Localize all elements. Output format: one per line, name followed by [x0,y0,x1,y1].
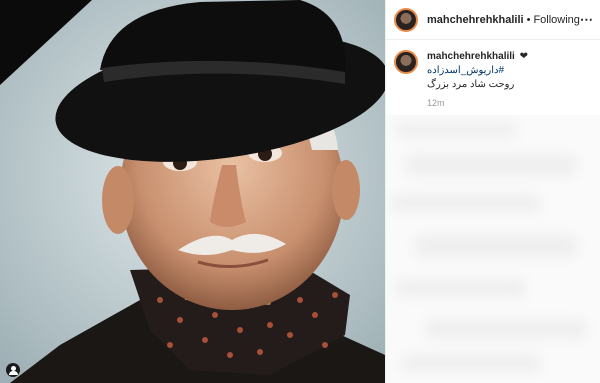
following-button[interactable]: Following [533,14,579,26]
avatar[interactable] [394,7,418,32]
post-side-panel: mahchehrehkhalili • Following ⋯ mahchehr… [385,0,600,383]
portrait-image [0,0,385,383]
separator-dot: • [526,13,531,26]
more-options-icon[interactable]: ⋯ [580,12,594,28]
caption-username[interactable]: mahchehrehkhalili [427,51,515,62]
post-header: mahchehrehkhalili • Following ⋯ [386,0,600,40]
caption-line: روحت شاد مرد بزرگ [427,79,515,90]
header-username[interactable]: mahchehrehkhalili [427,14,524,26]
hashtag-link[interactable]: #داریوش_اسدزاده [427,64,528,78]
caption-text: mahchehrehkhalili ❤ #داریوش_اسدزاده روحت… [427,50,528,92]
post-photo[interactable] [0,0,385,383]
blurred-comments-area [386,115,600,383]
tagged-user-icon[interactable] [6,363,20,377]
heart-icon: ❤ [519,51,528,62]
caption-avatar[interactable] [394,50,418,74]
post-caption: mahchehrehkhalili ❤ #داریوش_اسدزاده روحت… [386,40,600,92]
post-timestamp[interactable]: 12m [427,98,600,108]
